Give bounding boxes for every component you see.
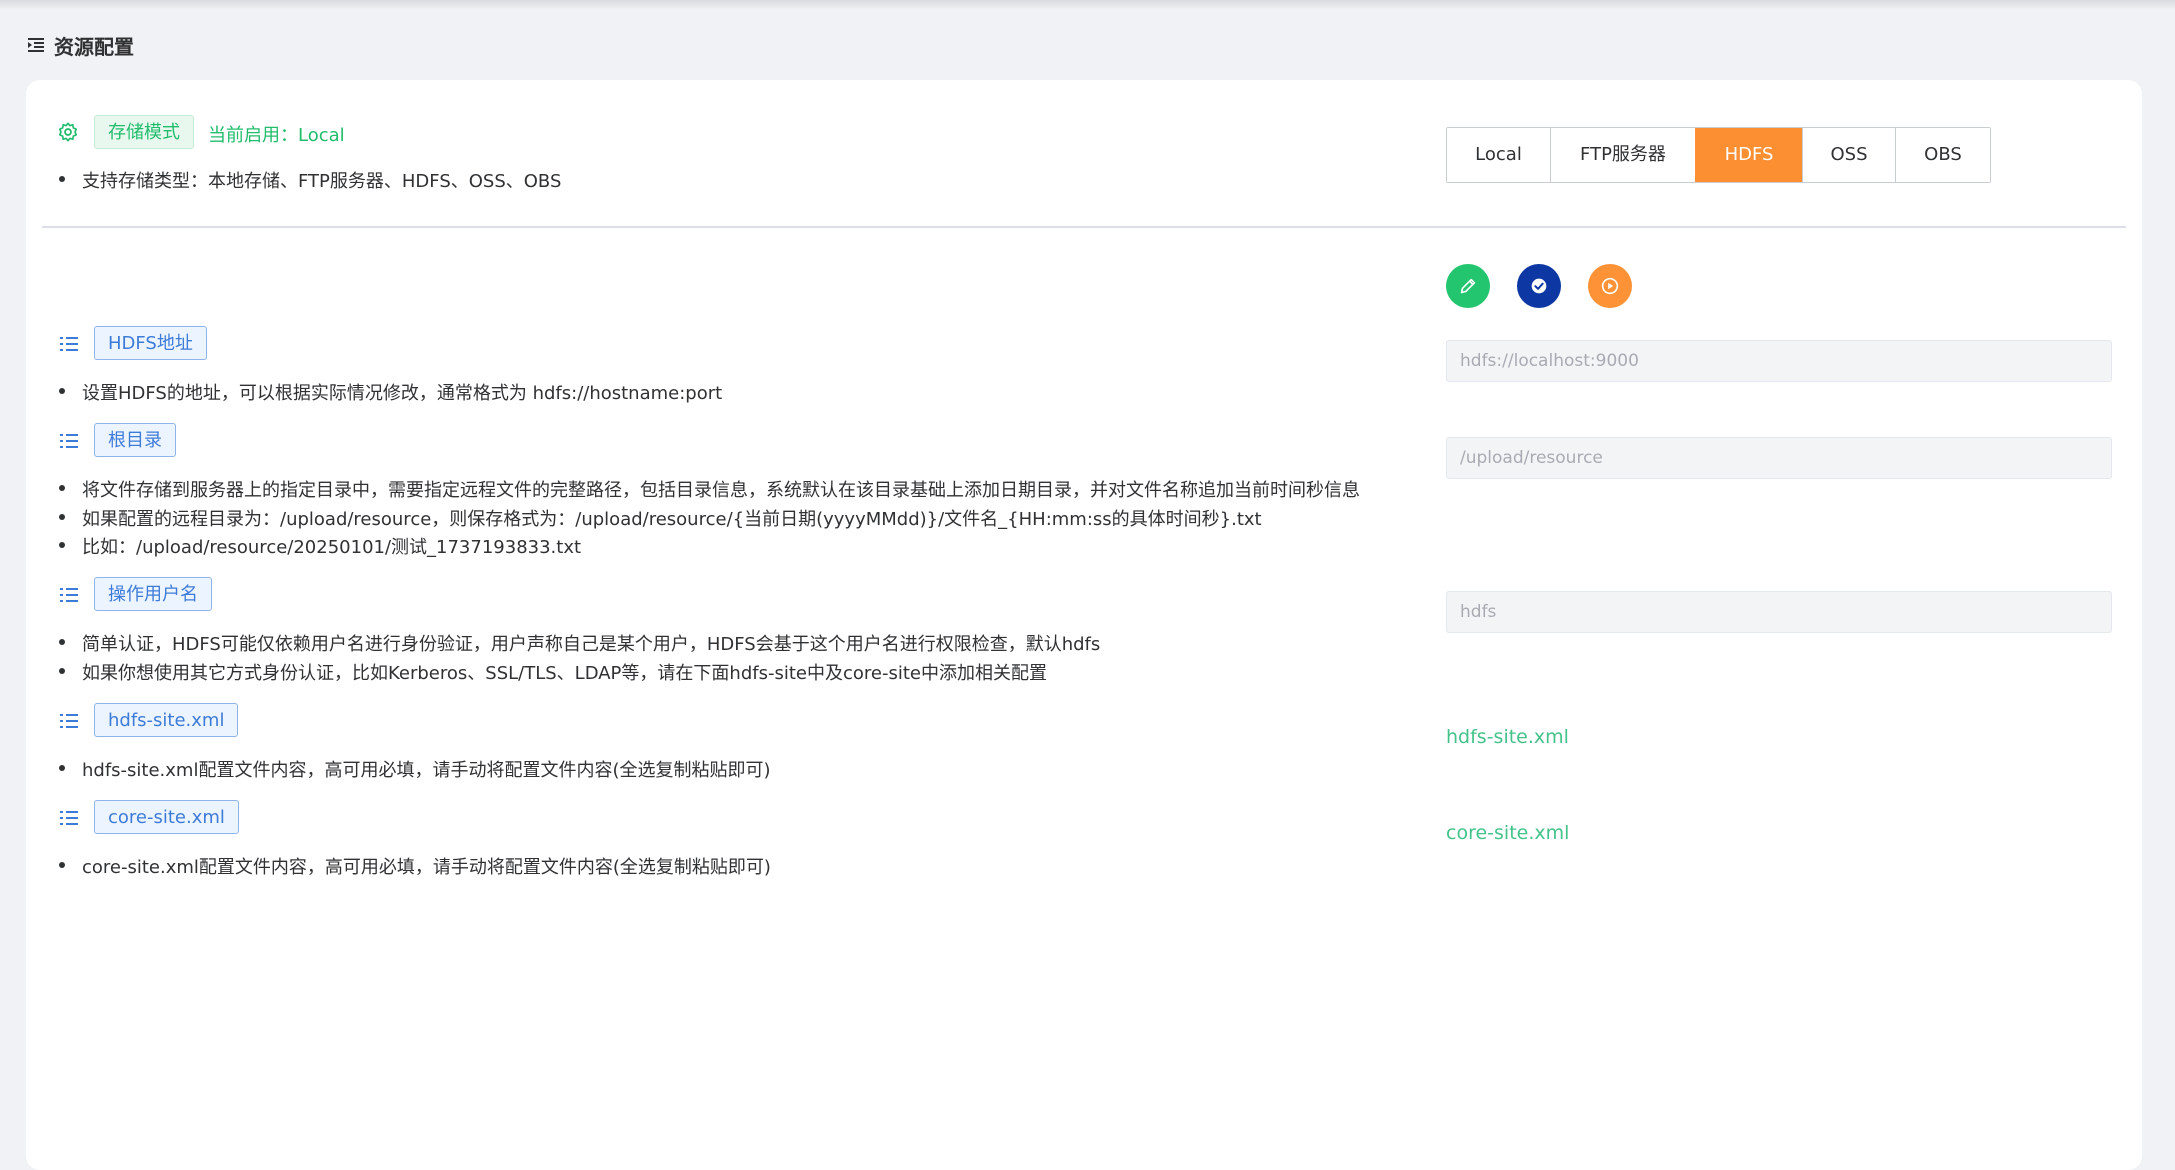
- top-shadow: [0, 0, 2175, 10]
- root-dir-tag: 根目录: [94, 423, 176, 457]
- hdfs-address-tag: HDFS地址: [94, 326, 207, 360]
- username-desc-1: 简单认证，HDFS可能仅依赖用户名进行身份验证，用户声称自己是某个用户，HDFS…: [58, 630, 1100, 656]
- core-site-desc: core-site.xml配置文件内容，高可用必填，请手动将配置文件内容(全选复…: [59, 853, 771, 879]
- username-desc-2: 如果你想使用其它方式身份认证，比如Kerberos、SSL/TLS、LDAP等，…: [59, 659, 1047, 685]
- core-site-link[interactable]: core-site.xml: [1446, 822, 1569, 844]
- hdfs-site-tag: hdfs-site.xml: [94, 703, 239, 737]
- root-dir-desc-3: 比如：/upload/resource/20250101/测试_17371938…: [58, 533, 581, 559]
- username-input[interactable]: [1446, 591, 2112, 633]
- core-site-tag: core-site.xml: [94, 800, 239, 834]
- confirm-button[interactable]: [1517, 264, 1561, 308]
- list-icon: [60, 714, 78, 728]
- username-tag: 操作用户名: [94, 577, 212, 611]
- current-mode-note: 当前启用：Local: [208, 125, 345, 146]
- indent-menu-icon: [28, 38, 44, 52]
- hdfs-site-desc: hdfs-site.xml配置文件内容，高可用必填，请手动将配置文件内容(全选复…: [59, 756, 771, 782]
- list-icon: [60, 588, 78, 602]
- list-icon: [60, 337, 78, 351]
- storage-mode-selector: Local FTP服务器 HDFS OSS OBS: [1446, 127, 1991, 183]
- hdfs-site-link[interactable]: hdfs-site.xml: [1446, 726, 1569, 748]
- pencil-icon: [1460, 278, 1476, 294]
- gear-icon: [58, 122, 78, 142]
- play-circle-icon: [1601, 277, 1619, 295]
- edit-button[interactable]: [1446, 264, 1490, 308]
- storage-mode-tag: 存储模式: [94, 115, 194, 149]
- hdfs-address-input[interactable]: [1446, 340, 2112, 382]
- mode-option-ftp[interactable]: FTP服务器: [1550, 128, 1695, 182]
- config-card: 存储模式 当前启用：Local 支持存储类型：本地存储、FTP服务器、HDFS、…: [26, 80, 2142, 1170]
- mode-option-obs[interactable]: OBS: [1895, 128, 1990, 182]
- list-icon: [60, 434, 78, 448]
- root-dir-desc-2: 如果配置的远程目录为：/upload/resource，则保存格式为：/uplo…: [59, 505, 1262, 531]
- run-button[interactable]: [1588, 264, 1632, 308]
- hdfs-address-desc: 设置HDFS的地址，可以根据实际情况修改，通常格式为 hdfs://hostna…: [58, 379, 722, 405]
- list-icon: [60, 811, 78, 825]
- divider: [42, 226, 2126, 228]
- root-dir-desc-1: 将文件存储到服务器上的指定目录中，需要指定远程文件的完整路径，包括目录信息，系统…: [59, 476, 1360, 502]
- mode-option-hdfs[interactable]: HDFS: [1695, 128, 1802, 182]
- root-dir-input[interactable]: [1446, 437, 2112, 479]
- page-title: 资源配置: [54, 34, 134, 59]
- check-circle-icon: [1531, 278, 1547, 294]
- mode-option-oss[interactable]: OSS: [1802, 128, 1895, 182]
- page-header: 资源配置: [28, 30, 134, 60]
- mode-option-local[interactable]: Local: [1447, 128, 1550, 182]
- supported-types-text: 支持存储类型：本地存储、FTP服务器、HDFS、OSS、OBS: [58, 167, 561, 193]
